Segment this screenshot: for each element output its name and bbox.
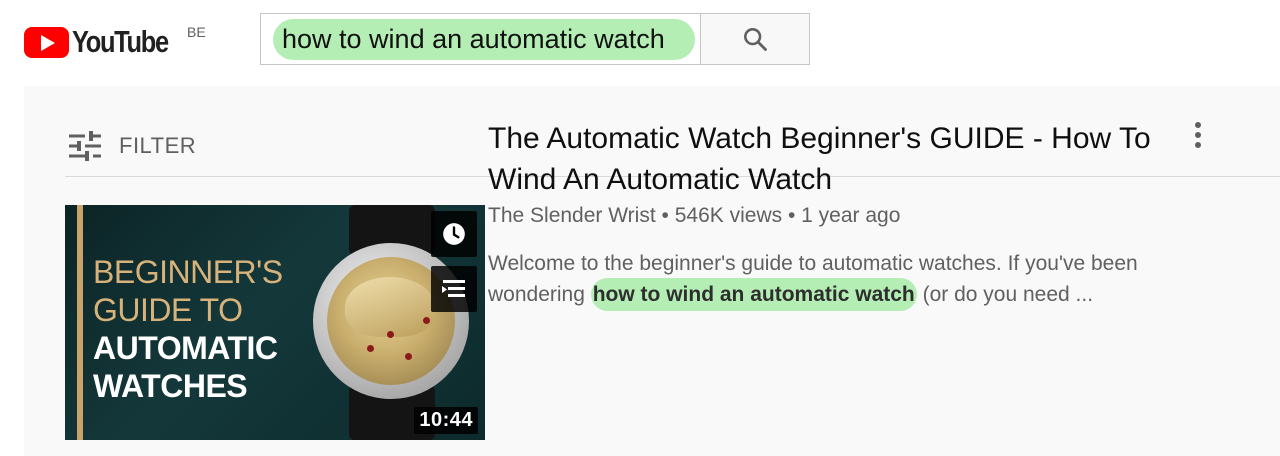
description-highlight: how to wind an automatic watch <box>590 278 917 311</box>
video-meta: The Slender Wrist • 546K views • 1 year … <box>488 204 900 228</box>
search-icon <box>744 28 767 51</box>
watch-jewel <box>423 317 430 324</box>
watch-jewel <box>405 353 412 360</box>
search-button[interactable] <box>700 13 810 65</box>
queue-icon <box>442 280 465 297</box>
upload-age: 1 year ago <box>801 204 901 227</box>
description-text-end: (or do you need ... <box>916 283 1094 306</box>
search-query: how to wind an automatic watch <box>282 24 665 54</box>
view-count: 546K views <box>674 204 783 227</box>
youtube-play-icon <box>24 26 69 58</box>
watch-jewel <box>367 345 374 352</box>
watch-jewel <box>387 331 394 338</box>
more-vertical-icon <box>1195 122 1201 128</box>
video-title[interactable]: The Automatic Watch Beginner's GUIDE - H… <box>488 118 1168 200</box>
watch-rotor <box>345 277 435 337</box>
more-vertical-icon <box>1195 132 1201 138</box>
meta-separator: • <box>661 204 669 227</box>
filter-sliders-icon <box>69 131 101 161</box>
more-actions-button[interactable] <box>1186 118 1210 152</box>
video-description: Welcome to the beginner's guide to autom… <box>488 248 1208 311</box>
thumbnail-line-4: WATCHES <box>93 368 248 404</box>
thumbnail-line-2: GUIDE TO <box>93 292 243 328</box>
region-code: BE <box>187 24 206 40</box>
filter-button[interactable]: FILTER <box>69 131 196 161</box>
filter-label: FILTER <box>119 133 197 158</box>
duration-badge: 10:44 <box>414 407 478 434</box>
channel-name[interactable]: The Slender Wrist <box>488 204 656 227</box>
meta-separator: • <box>787 204 796 227</box>
thumbnail-accent-bar <box>77 205 83 440</box>
youtube-logo[interactable]: YouTube BE <box>24 24 206 60</box>
video-thumbnail[interactable]: BEGINNER'S GUIDE TO AUTOMATIC WATCHES 10… <box>65 205 485 440</box>
thumbnail-line-1: BEGINNER'S <box>93 254 283 290</box>
more-vertical-icon <box>1195 142 1201 148</box>
logo-wordmark: YouTube <box>72 24 169 59</box>
add-to-queue-button[interactable] <box>431 266 477 312</box>
thumbnail-line-3: AUTOMATIC <box>93 330 278 366</box>
watch-later-button[interactable] <box>431 211 477 257</box>
clock-icon <box>443 223 465 245</box>
search-input[interactable]: how to wind an automatic watch <box>260 13 700 65</box>
thumbnail-caption: BEGINNER'S GUIDE TO AUTOMATIC WATCHES <box>93 253 283 405</box>
